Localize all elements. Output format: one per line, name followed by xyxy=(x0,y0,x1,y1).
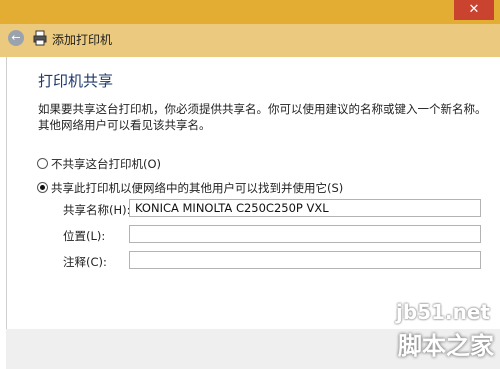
close-icon: ✕ xyxy=(468,2,480,17)
share-label: 共享此打印机以便网络中的其他用户可以找到并使用它(S) xyxy=(51,181,344,195)
watermark-site: jb51.net xyxy=(396,300,490,324)
window-title-bar: ✕ xyxy=(0,0,500,24)
share-name-input[interactable]: KONICA MINOLTA C250C250P VXL xyxy=(129,199,481,217)
back-arrow-icon: ← xyxy=(11,31,21,44)
location-input[interactable] xyxy=(129,225,481,243)
comment-input[interactable] xyxy=(129,251,481,269)
printer-icon xyxy=(33,30,47,46)
comment-label: 注释(C): xyxy=(63,255,107,269)
watermark-name: 脚本之家 xyxy=(398,332,494,360)
back-button[interactable]: ← xyxy=(8,30,24,46)
page-description: 如果要共享这台打印机，你必须提供共享名。你可以使用建议的名称或键入一个新名称。其… xyxy=(38,102,487,132)
wizard-nav-bar: ← 添加打印机 xyxy=(0,24,500,57)
no-share-option[interactable]: 不共享这台打印机(O) xyxy=(37,156,161,172)
share-option[interactable]: 共享此打印机以便网络中的其他用户可以找到并使用它(S) xyxy=(37,180,343,196)
share-radio[interactable] xyxy=(37,182,48,193)
page-heading: 打印机共享 xyxy=(38,72,114,90)
no-share-label: 不共享这台打印机(O) xyxy=(51,157,162,171)
share-name-label: 共享名称(H): xyxy=(63,203,131,217)
close-button[interactable]: ✕ xyxy=(454,0,494,20)
wizard-title: 添加打印机 xyxy=(52,33,113,47)
location-label: 位置(L): xyxy=(63,229,106,243)
no-share-radio[interactable] xyxy=(37,158,48,169)
